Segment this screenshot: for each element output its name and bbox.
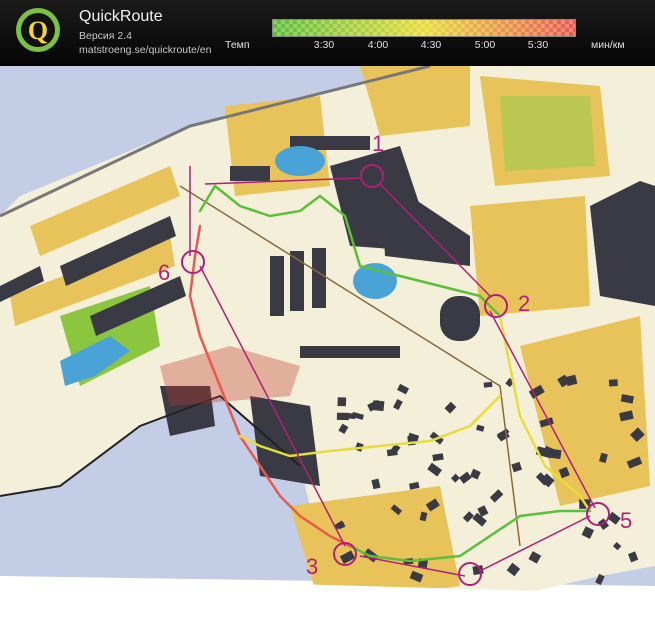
logo-letter: Q <box>28 16 48 45</box>
pace-unit-label: мин/км <box>591 39 625 51</box>
app-title: QuickRoute <box>79 8 163 25</box>
pace-legend-label: Темп <box>225 39 250 51</box>
control-number-3: 3 <box>306 554 318 579</box>
pace-tick: 4:00 <box>367 39 389 51</box>
header-bar: Q QuickRoute Версия 2.4 matstroeng.se/qu… <box>0 0 655 66</box>
house <box>337 397 347 407</box>
app-url[interactable]: matstroeng.se/quickroute/en <box>79 44 212 56</box>
house <box>336 412 349 421</box>
green-area <box>500 96 595 171</box>
pace-tick: 3:30 <box>313 39 335 51</box>
house <box>550 448 562 460</box>
control-number-6: 6 <box>158 260 170 285</box>
house <box>608 379 618 387</box>
pace-legend-bar <box>272 19 576 37</box>
control-number-2: 2 <box>518 291 530 316</box>
pace-tick: 4:30 <box>420 39 442 51</box>
pace-tick: 5:00 <box>474 39 496 51</box>
house <box>483 381 493 388</box>
orienteering-map[interactable]: 1 2 3 4 5 6 <box>0 66 655 631</box>
control-number-5: 5 <box>620 508 632 533</box>
control-number-1: 1 <box>372 131 384 156</box>
pace-tick: 5:30 <box>527 39 549 51</box>
quickroute-logo: Q <box>16 8 60 52</box>
house <box>348 413 356 420</box>
app-version: Версия 2.4 <box>79 30 132 42</box>
